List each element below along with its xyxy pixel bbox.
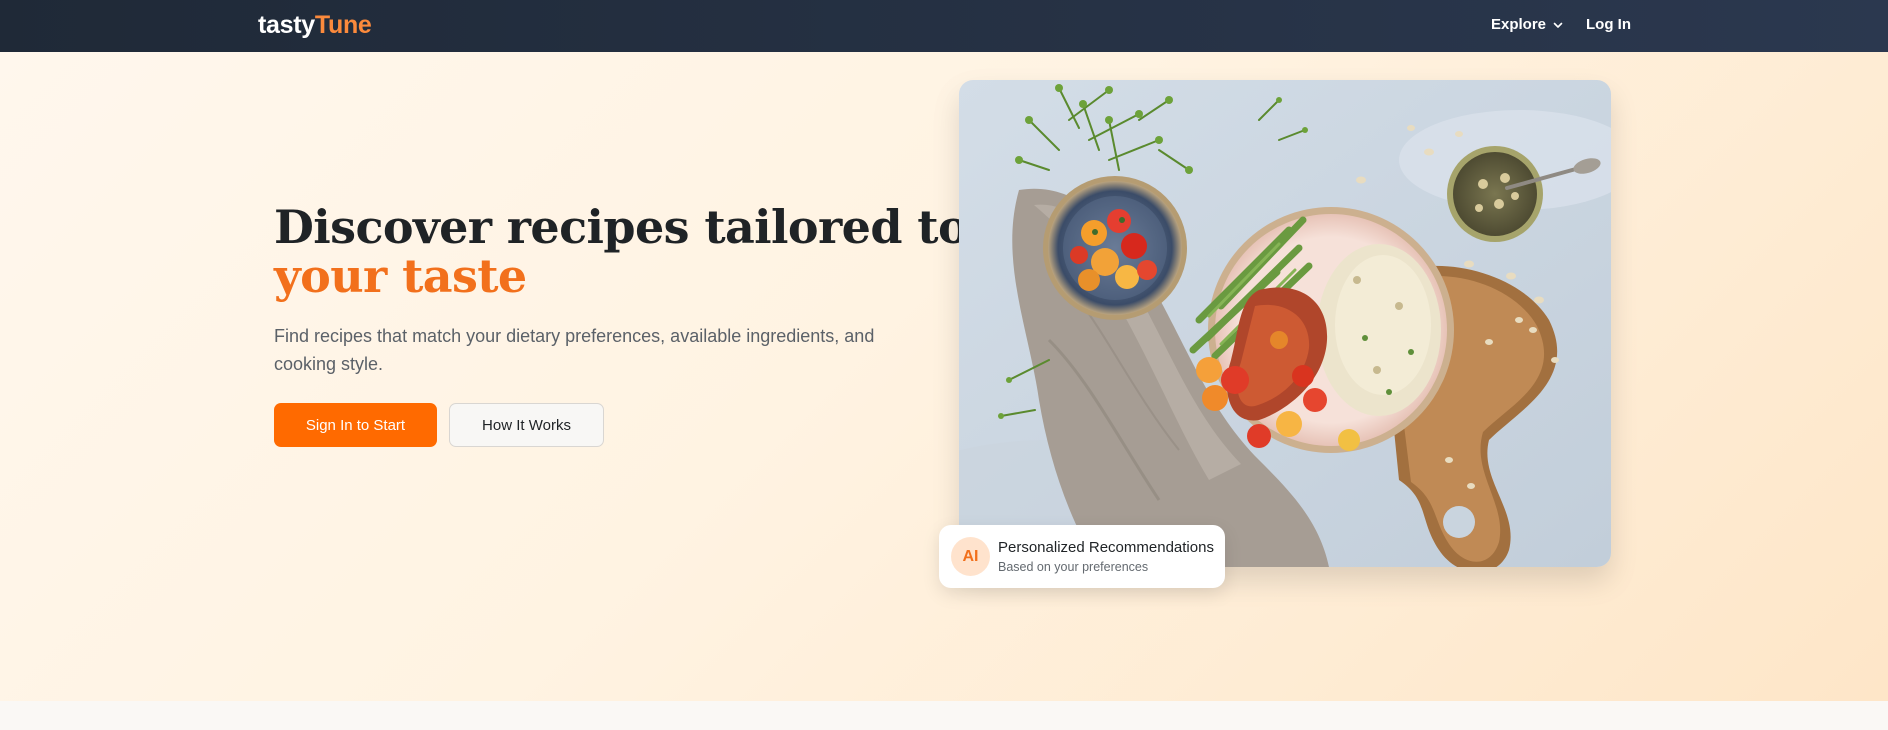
hero-food-image <box>959 80 1611 567</box>
hero-headline-line1: Discover recipes tailored to <box>274 200 969 254</box>
personalized-recommendations-card: AI Personalized Recommendations Based on… <box>939 525 1225 588</box>
hero-headline-accent: your taste <box>274 249 527 303</box>
nav-explore-label: Explore <box>1491 16 1547 33</box>
hero-headline: Discover recipes tailored to your taste <box>274 200 969 303</box>
brand-logo[interactable]: tastyTune <box>258 10 372 40</box>
next-section-strip <box>0 701 1888 730</box>
nav-login-link[interactable]: Log In <box>1586 15 1631 35</box>
chevron-down-icon <box>1553 22 1563 28</box>
how-it-works-button[interactable]: How It Works <box>449 403 604 447</box>
sign-in-button[interactable]: Sign In to Start <box>274 403 437 447</box>
reco-card-subtitle: Based on your preferences <box>998 560 1149 574</box>
brand-name-part2: Tune <box>314 11 372 39</box>
top-navbar: tastyTune Explore Log In <box>0 0 1888 52</box>
ai-badge: AI <box>951 537 990 576</box>
hero-subtitle: Find recipes that match your dietary pre… <box>274 326 875 374</box>
brand-name-part1: tasty <box>258 11 315 39</box>
food-illustration <box>959 80 1611 567</box>
nav-explore-menu[interactable]: Explore <box>1491 15 1564 35</box>
reco-card-title: Personalized Recommendations <box>998 539 1214 556</box>
